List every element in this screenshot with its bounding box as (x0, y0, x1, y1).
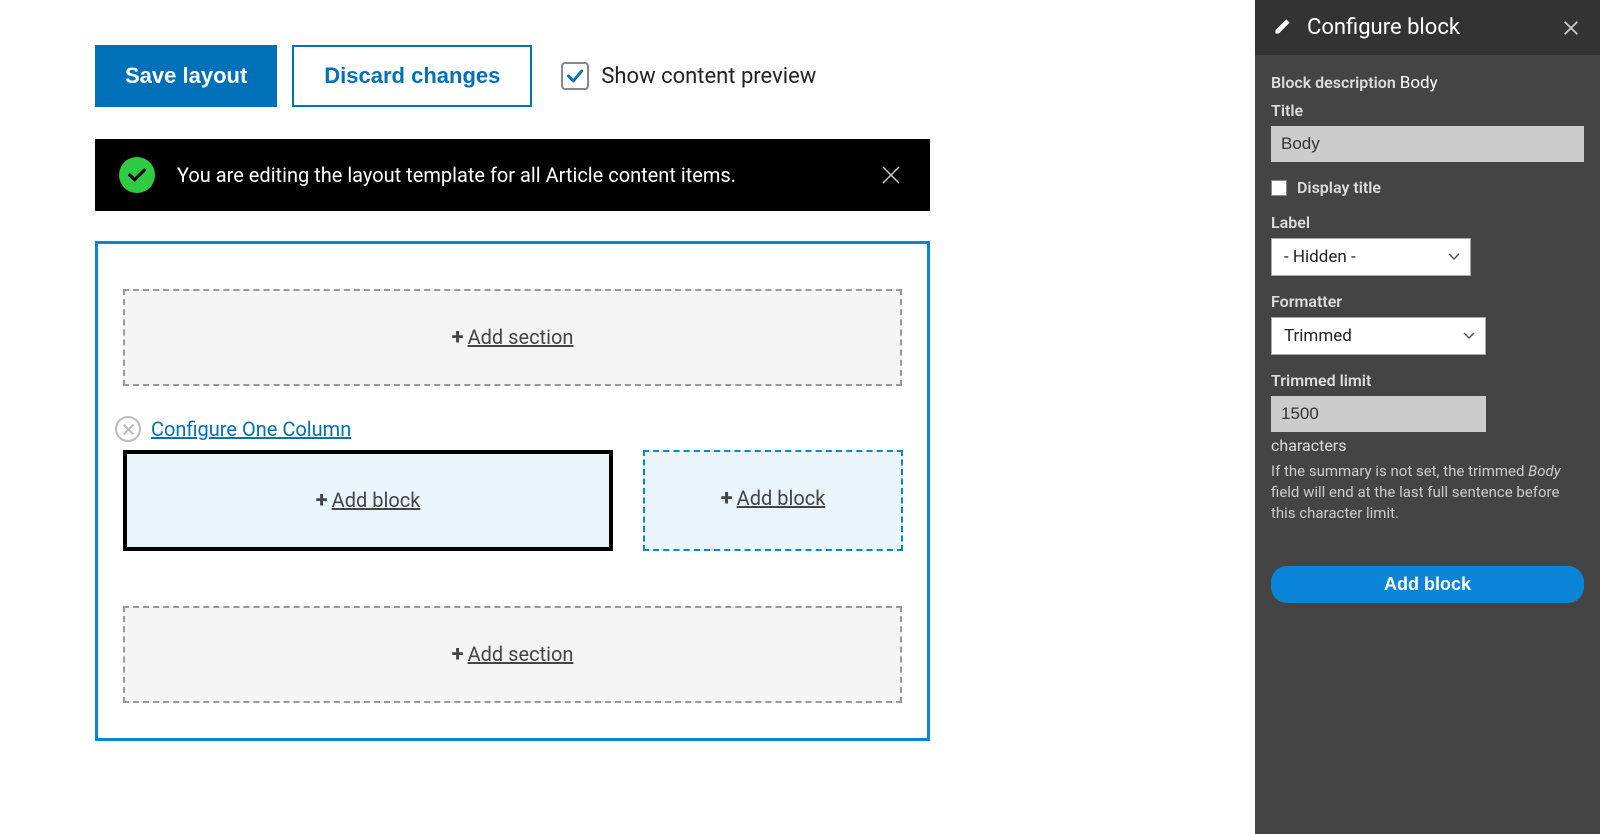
panel-header: Configure block (1255, 0, 1600, 55)
discard-changes-button[interactable]: Discard changes (292, 45, 532, 107)
add-block-region-2[interactable]: +Add block (643, 450, 903, 551)
plus-icon: + (452, 325, 464, 350)
toolbar: Save layout Discard changes Show content… (95, 45, 1155, 107)
trimmed-help-text: If the summary is not set, the trimmed B… (1271, 461, 1584, 524)
title-input[interactable] (1271, 126, 1584, 162)
block-description-row: Block description Body (1271, 73, 1584, 93)
display-title-label: Display title (1297, 178, 1381, 197)
remove-section-button[interactable] (115, 416, 141, 442)
label-field-label: Label (1271, 213, 1584, 232)
close-icon[interactable] (1560, 17, 1582, 39)
add-block-region-1[interactable]: +Add block (123, 450, 613, 551)
checkbox-checked-icon[interactable] (561, 62, 589, 90)
panel-title: Configure block (1307, 15, 1546, 40)
chevron-down-icon (1448, 253, 1460, 261)
trimmed-limit-input[interactable] (1271, 396, 1486, 432)
check-circle-icon (119, 157, 155, 193)
configure-section-link[interactable]: Configure One Column (151, 417, 351, 441)
display-title-checkbox[interactable] (1271, 180, 1287, 196)
add-block-button[interactable]: Add block (1271, 566, 1584, 603)
configure-block-panel: Configure block Block description Body T… (1255, 0, 1600, 834)
formatter-select[interactable]: Trimmed (1271, 317, 1486, 355)
label-select[interactable]: - Hidden - (1271, 238, 1471, 276)
show-preview-toggle[interactable]: Show content preview (561, 62, 816, 90)
status-text: You are editing the layout template for … (177, 163, 876, 187)
layout-canvas: +Add section Configure One Column +Add b… (95, 241, 930, 741)
plus-icon: + (316, 488, 328, 513)
trimmed-unit: characters (1271, 436, 1584, 455)
pencil-icon (1273, 16, 1293, 40)
add-section-top[interactable]: +Add section (123, 289, 902, 386)
show-preview-label: Show content preview (601, 64, 816, 89)
plus-icon: + (452, 642, 464, 667)
plus-icon: + (721, 486, 733, 511)
formatter-label: Formatter (1271, 292, 1584, 311)
chevron-down-icon (1463, 332, 1475, 340)
trimmed-limit-label: Trimmed limit (1271, 371, 1584, 390)
close-icon[interactable] (876, 160, 906, 190)
title-label: Title (1271, 101, 1584, 120)
status-message: You are editing the layout template for … (95, 139, 930, 211)
add-section-bottom[interactable]: +Add section (123, 606, 902, 703)
save-layout-button[interactable]: Save layout (95, 45, 277, 107)
